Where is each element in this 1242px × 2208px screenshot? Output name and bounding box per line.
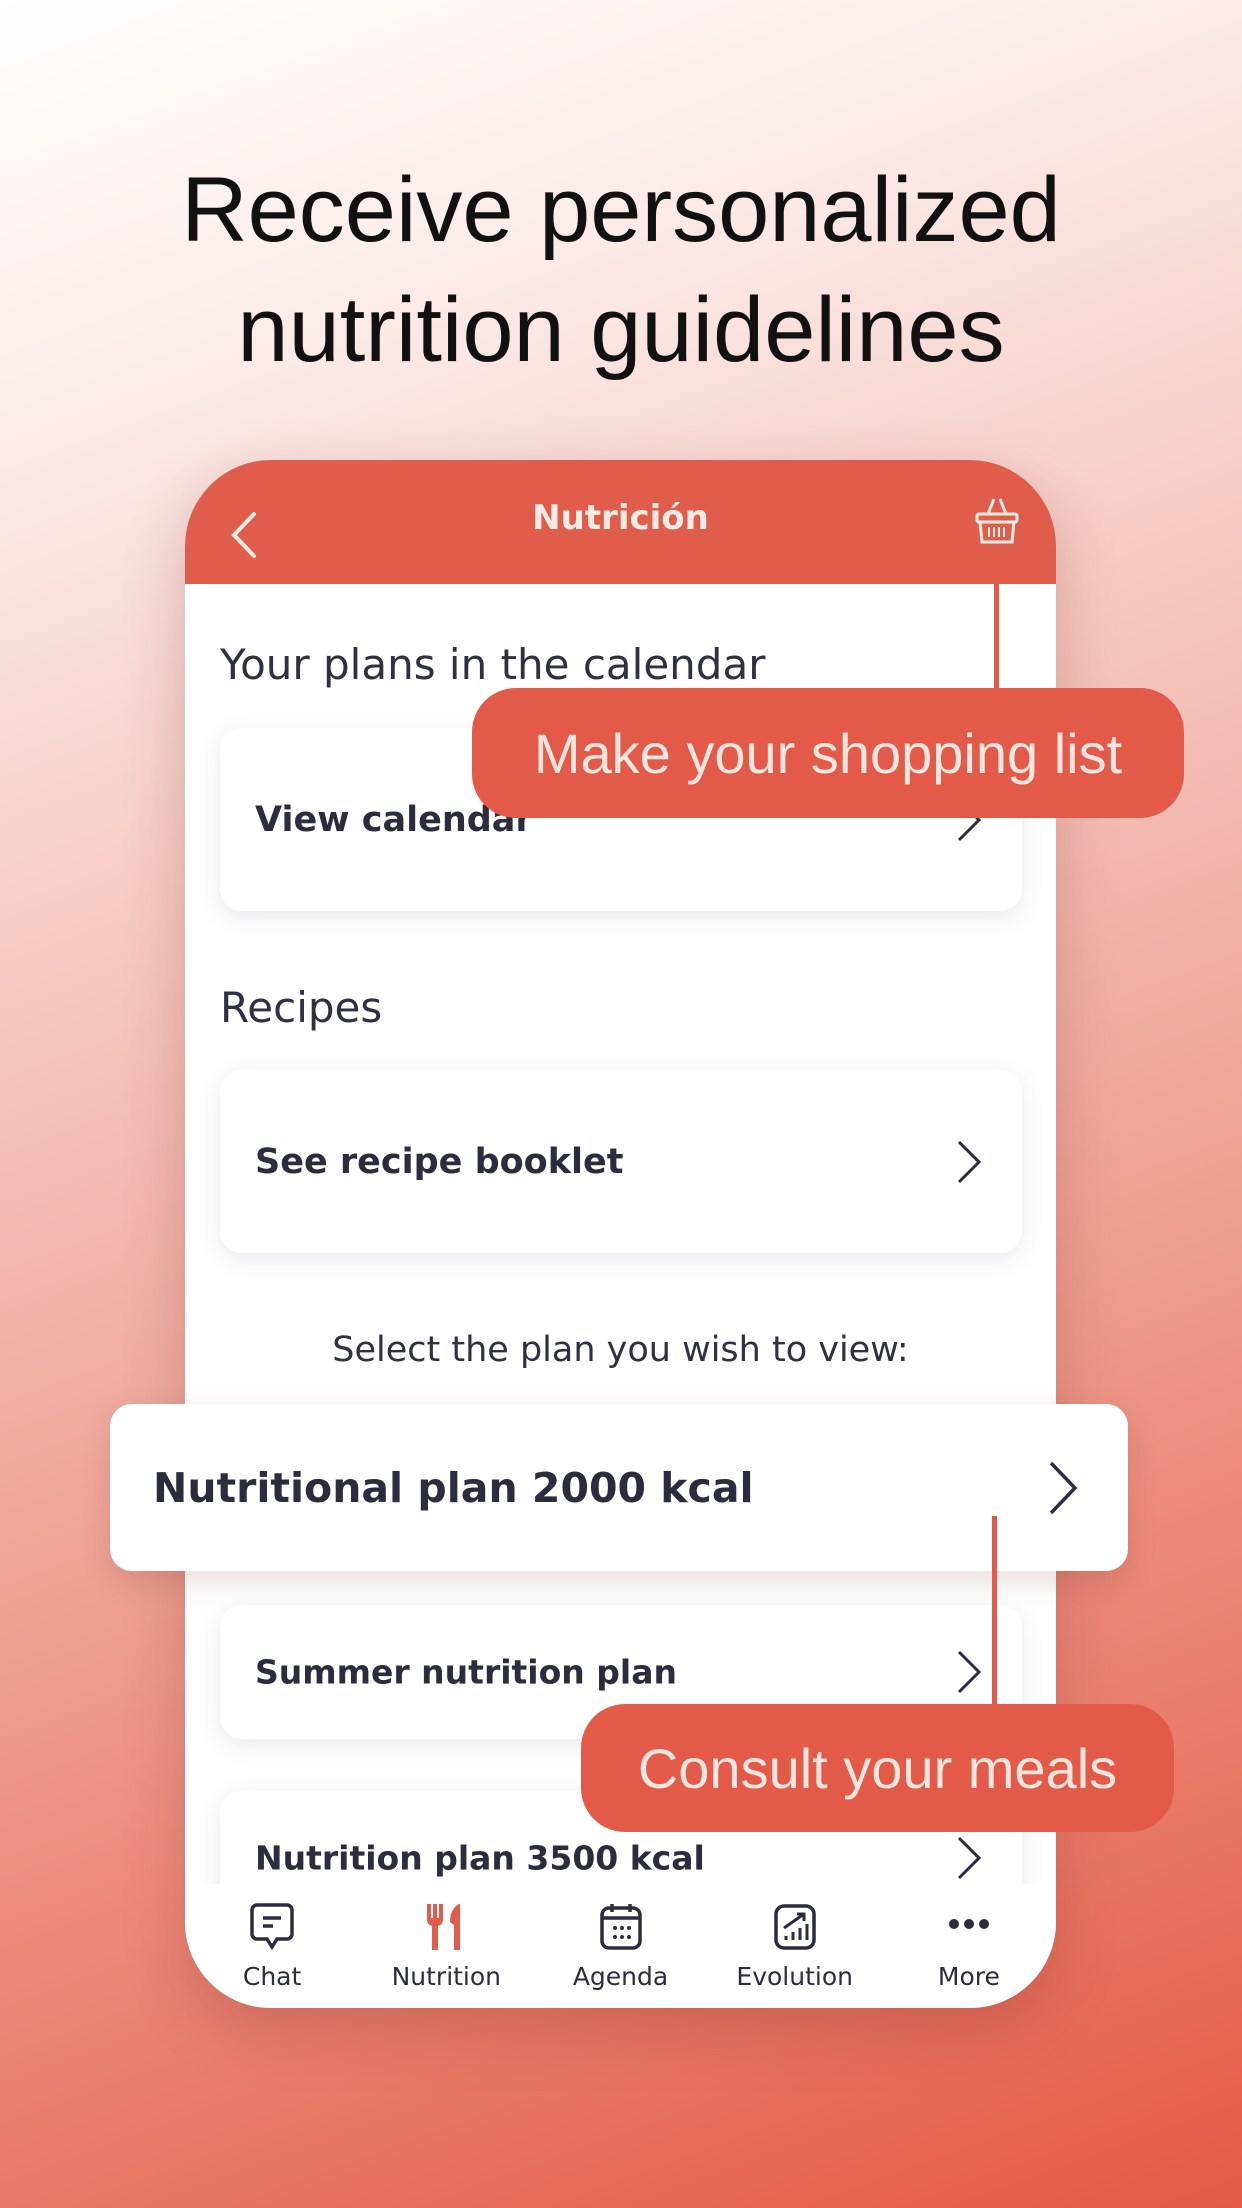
nav-nutrition[interactable]: Nutrition	[359, 1884, 533, 2008]
bottom-nav: Chat Nutrition Agenda Evolution More	[185, 1884, 1056, 2008]
select-plan-prompt: Select the plan you wish to view:	[332, 1330, 909, 1370]
meals-callout: Consult your meals	[581, 1704, 1174, 1832]
more-dots-icon	[948, 1919, 989, 1929]
chart-growth-icon	[773, 1904, 816, 1950]
hero-title: Receive personalized nutrition guideline…	[0, 150, 1242, 390]
nav-more[interactable]: More	[882, 1884, 1056, 2008]
chevron-right-icon	[957, 1140, 982, 1183]
header: Nutrición	[185, 460, 1056, 584]
fork-knife-icon	[427, 1904, 461, 1950]
shopping-list-callout: Make your shopping list	[472, 688, 1184, 818]
nav-chat[interactable]: Chat	[185, 1884, 359, 2008]
recipes-section-title: Recipes	[220, 983, 383, 1032]
highlighted-plan-card[interactable]: Nutritional plan 2000 kcal	[110, 1404, 1128, 1571]
plan-label: Nutrition plan 3500 kcal	[255, 1838, 705, 1878]
nav-label: More	[937, 1962, 1000, 1991]
chat-icon	[250, 1903, 294, 1951]
plan-label: Summer nutrition plan	[255, 1652, 677, 1692]
calendar-icon	[599, 1904, 642, 1950]
chevron-right-icon	[957, 1836, 982, 1880]
callout-connector	[994, 584, 999, 688]
nav-label: Chat	[242, 1962, 302, 1991]
page-title: Nutrición	[532, 498, 709, 538]
nav-agenda[interactable]: Agenda	[533, 1884, 707, 2008]
hero-line-1: Receive personalized	[181, 159, 1061, 261]
nav-label: Agenda	[572, 1962, 669, 1991]
nav-evolution[interactable]: Evolution	[708, 1884, 882, 2008]
nav-label: Nutrition	[391, 1962, 502, 1991]
recipe-booklet-label: See recipe booklet	[255, 1141, 624, 1182]
recipe-booklet-card[interactable]: See recipe booklet	[220, 1070, 1022, 1253]
chevron-right-icon	[957, 1650, 982, 1694]
calendar-section-title: Your plans in the calendar	[220, 640, 766, 689]
shopping-basket-icon[interactable]	[974, 496, 1020, 546]
hero-line-2: nutrition guidelines	[237, 279, 1005, 381]
nav-label: Evolution	[736, 1962, 853, 1991]
plan-label: Nutritional plan 2000 kcal	[153, 1463, 754, 1512]
chevron-right-icon	[1049, 1461, 1078, 1514]
callout-connector	[992, 1516, 997, 1704]
